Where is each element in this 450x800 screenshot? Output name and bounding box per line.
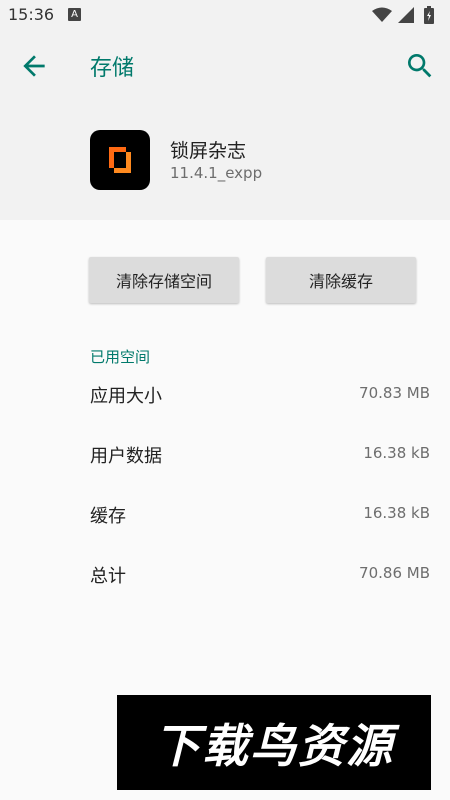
storage-row-app-size: 应用大小 70.83 MB [0, 382, 450, 442]
row-label: 应用大小 [90, 386, 162, 407]
row-label: 总计 [90, 566, 126, 587]
row-value: 70.86 MB [359, 564, 430, 582]
storage-row-cache: 缓存 16.38 kB [0, 502, 450, 562]
app-icon [90, 130, 150, 190]
watermark: 下载鸟资源 [117, 695, 431, 790]
watermark-text: 下载鸟资源 [154, 718, 394, 773]
search-button[interactable] [404, 50, 436, 82]
used-space-section-title: 已用空间 [90, 348, 151, 366]
clear-storage-button[interactable]: 清除存储空间 [89, 257, 239, 303]
signal-icon [398, 7, 414, 23]
arrow-left-icon [23, 55, 45, 77]
storage-row-user-data: 用户数据 16.38 kB [0, 442, 450, 502]
app-info-header: 存储 锁屏杂志 11.4.1_expp [0, 30, 450, 220]
lock-screen-magazine-icon [109, 147, 131, 173]
row-label: 缓存 [90, 506, 126, 527]
app-version: 11.4.1_expp [170, 164, 263, 182]
page-title: 存储 [90, 56, 135, 81]
wifi-icon [372, 7, 392, 22]
row-label: 用户数据 [90, 446, 162, 467]
storage-row-total: 总计 70.86 MB [0, 562, 450, 622]
status-time: 15:36 [8, 5, 55, 24]
back-button[interactable] [18, 50, 50, 82]
row-value: 16.38 kB [363, 504, 430, 522]
clear-cache-button[interactable]: 清除缓存 [266, 257, 416, 303]
row-value: 70.83 MB [359, 384, 430, 402]
app-name: 锁屏杂志 [170, 140, 247, 162]
row-value: 16.38 kB [363, 444, 430, 462]
battery-icon [424, 6, 434, 24]
search-icon [408, 54, 432, 78]
status-bar: 15:36 A [0, 0, 450, 30]
notification-a-icon: A [68, 8, 81, 21]
storage-screen: 15:36 A 存储 锁屏杂志 11.4.1_expp 清除存储空间 清除缓存 … [0, 0, 450, 800]
status-icons [372, 6, 442, 24]
